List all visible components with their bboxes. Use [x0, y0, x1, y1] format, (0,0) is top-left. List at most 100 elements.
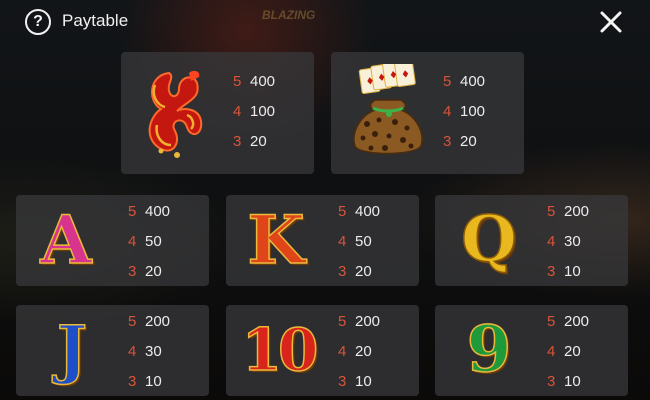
pay-amount: 200	[355, 313, 381, 330]
close-icon[interactable]	[598, 9, 624, 35]
pay-count: 5	[338, 313, 347, 330]
pay-amount: 30	[145, 343, 162, 360]
pay-amount: 20	[460, 133, 477, 150]
paytable-header: ? Paytable	[0, 0, 650, 44]
pay-row: 4 20	[338, 337, 380, 367]
pay-count: 4	[338, 233, 347, 250]
pay-row: 5 400	[233, 67, 275, 97]
pay-amount: 100	[250, 103, 276, 120]
pay-count: 4	[128, 233, 137, 250]
pay-count: 3	[547, 263, 556, 280]
pay-amount: 10	[355, 373, 372, 390]
pay-count: 5	[128, 313, 137, 330]
pay-amount: 50	[355, 233, 372, 250]
pay-row: 5 200	[547, 307, 589, 337]
pay-row: 5 400	[338, 197, 380, 227]
pay-count: 4	[443, 103, 452, 120]
pay-row: 4 100	[233, 97, 275, 127]
pay-amount: 10	[564, 373, 581, 390]
pay-row: 5 200	[547, 197, 589, 227]
pay-amount: 200	[145, 313, 171, 330]
letter-a-symbol: A	[40, 201, 93, 279]
svg-text:♦: ♦	[400, 69, 410, 81]
pay-count: 5	[547, 313, 556, 330]
pay-row: 3 20	[338, 257, 380, 287]
pay-list: 5 200 4 20 3 10	[338, 307, 380, 397]
pay-count: 3	[338, 263, 347, 280]
paytable-card-10: 10 5 200 4 20 3 10	[226, 305, 419, 396]
pay-count: 3	[233, 133, 242, 150]
pay-count: 5	[233, 73, 242, 90]
pay-row: 3 20	[128, 257, 170, 287]
paytable-card-money-bag: ♦ ♦ ♦ ♦ 5 400 4 100 3 20	[331, 52, 524, 174]
pay-row: 3 10	[338, 367, 380, 397]
pay-amount: 400	[250, 73, 276, 90]
paytable-card-K: K 5 400 4 50 3 20	[226, 195, 419, 286]
pay-count: 4	[547, 343, 556, 360]
pay-count: 4	[547, 233, 556, 250]
pay-list: 5 400 4 50 3 20	[338, 197, 380, 287]
pay-row: 4 20	[547, 337, 589, 367]
pay-amount: 20	[355, 343, 372, 360]
paytable-card-A: A 5 400 4 50 3 20	[16, 195, 209, 286]
pay-row: 3 10	[547, 257, 589, 287]
pay-amount: 200	[564, 313, 590, 330]
pay-row: 4 50	[128, 227, 170, 257]
pay-amount: 20	[250, 133, 267, 150]
pay-amount: 20	[355, 263, 372, 280]
red-knot-icon	[148, 70, 203, 158]
letter-j-symbol: J	[56, 312, 88, 388]
pay-row: 4 30	[128, 337, 170, 367]
pay-count: 5	[443, 73, 452, 90]
pay-row: 4 50	[338, 227, 380, 257]
pay-count: 5	[338, 203, 347, 220]
pay-row: 3 20	[443, 127, 485, 157]
number-9-symbol: 9	[466, 312, 512, 388]
pay-row: 3 10	[547, 367, 589, 397]
pay-count: 4	[128, 343, 137, 360]
pay-count: 3	[128, 263, 137, 280]
pay-count: 5	[547, 203, 556, 220]
pay-amount: 100	[460, 103, 486, 120]
svg-text:♦: ♦	[377, 72, 387, 84]
pay-row: 4 100	[443, 97, 485, 127]
pay-row: 5 400	[128, 197, 170, 227]
pay-row: 5 200	[128, 307, 170, 337]
svg-text:♦: ♦	[388, 70, 398, 82]
pay-count: 4	[233, 103, 242, 120]
question-circle-icon[interactable]: ?	[25, 9, 51, 35]
pay-list: 5 200 4 30 3 10	[547, 197, 589, 287]
letter-k-symbol: K	[247, 201, 306, 279]
pay-amount: 10	[564, 263, 581, 280]
pay-count: 3	[128, 373, 137, 390]
paytable-card-Q: Q 5 200 4 30 3 10	[435, 195, 628, 286]
pay-amount: 20	[564, 343, 581, 360]
pay-amount: 20	[145, 263, 162, 280]
pay-count: 3	[547, 373, 556, 390]
pay-amount: 10	[145, 373, 162, 390]
paytable-card-9: 9 5 200 4 20 3 10	[435, 305, 628, 396]
pay-list: 5 400 4 50 3 20	[128, 197, 170, 287]
number-10-symbol: 10	[241, 315, 319, 385]
letter-q-symbol: Q	[460, 202, 517, 278]
pay-list: 5 400 4 100 3 20	[233, 67, 275, 157]
pay-amount: 200	[564, 203, 590, 220]
pay-list: 5 400 4 100 3 20	[443, 67, 485, 157]
pay-amount: 400	[145, 203, 171, 220]
pay-row: 3 10	[128, 367, 170, 397]
pay-row: 5 200	[338, 307, 380, 337]
pay-list: 5 200 4 30 3 10	[128, 307, 170, 397]
pay-amount: 400	[460, 73, 486, 90]
pay-amount: 30	[564, 233, 581, 250]
page-title: Paytable	[62, 11, 129, 30]
pay-count: 4	[338, 343, 347, 360]
pay-row: 3 20	[233, 127, 275, 157]
pay-amount: 50	[145, 233, 162, 250]
pay-row: 4 30	[547, 227, 589, 257]
svg-text:♦: ♦	[365, 76, 375, 88]
pay-amount: 400	[355, 203, 381, 220]
paytable-card-J: J 5 200 4 30 3 10	[16, 305, 209, 396]
pay-list: 5 200 4 20 3 10	[547, 307, 589, 397]
paytable-card-red-knot: 5 400 4 100 3 20	[121, 52, 314, 174]
money-bag-icon: ♦ ♦ ♦ ♦	[353, 64, 423, 155]
